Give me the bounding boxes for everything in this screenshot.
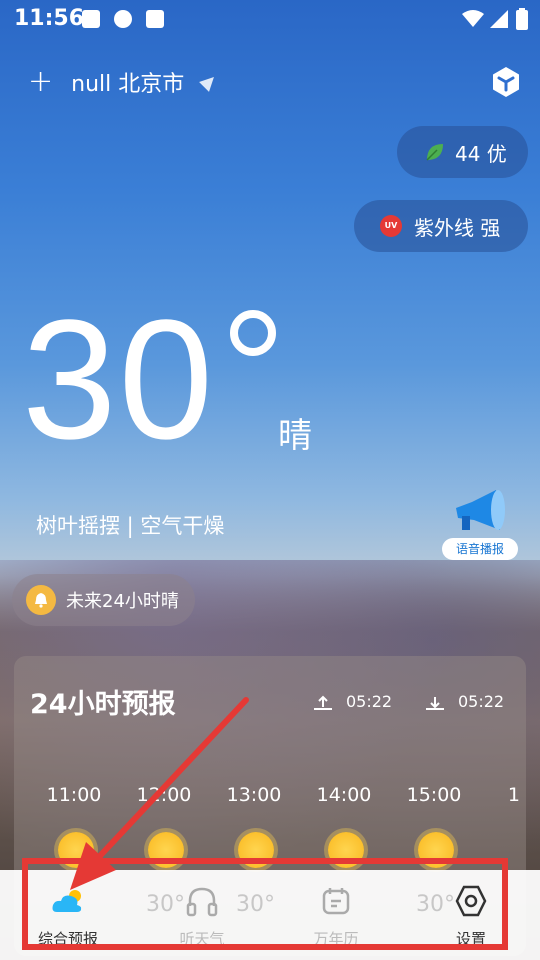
wifi-icon: [462, 10, 484, 27]
settings-icon: [455, 885, 487, 917]
status-bar: 11:56: [0, 0, 540, 40]
uv-pill[interactable]: UV 紫外线 强: [354, 200, 528, 252]
cloud-sun-icon: [52, 890, 82, 912]
air-quality-label: 44 优: [455, 141, 507, 166]
sunrise-info: 05:22: [312, 692, 392, 711]
signal-icon: [490, 10, 508, 28]
voice-broadcast-label: 语音播报: [442, 538, 518, 560]
location-bar: + null 北京市: [28, 66, 220, 98]
headphones-icon: [186, 887, 218, 917]
leaf-icon: [426, 144, 443, 161]
sun-icon: [418, 832, 454, 868]
sun-icon: [328, 832, 364, 868]
tab-calendar[interactable]: 万年历: [286, 884, 386, 949]
uv-badge-icon: UV: [380, 215, 402, 237]
sunrise-icon: [314, 695, 332, 710]
hour-row: 11:00 12:00 13:00 14:00 15:00 1: [14, 784, 526, 814]
sunset-icon: [426, 696, 444, 710]
hour-label: 15:00: [406, 784, 462, 806]
sun-icon: [238, 832, 274, 868]
tab-listen-weather-label: 听天气: [179, 930, 225, 948]
location-arrow-icon: [199, 72, 220, 92]
forecast-notice[interactable]: 未来24小时晴: [12, 574, 195, 626]
image-notification-icon: [82, 10, 100, 28]
degree-symbol: [230, 310, 276, 356]
bottom-tab-bar: 30° 30° 30° 综合预报 听天气 万年历 设置: [0, 870, 540, 960]
battery-icon: [516, 8, 528, 30]
sunset-time: 05:22: [458, 692, 505, 711]
hour-label: 11:00: [46, 784, 102, 806]
sun-icon: [148, 832, 184, 868]
sunrise-time: 05:22: [346, 692, 393, 711]
alert-notification-icon: [114, 10, 132, 28]
sun-icon: [58, 832, 94, 868]
tab-settings-label: 设置: [455, 930, 486, 948]
hour-label: 12:00: [136, 784, 192, 806]
tab-settings[interactable]: 设置: [421, 884, 521, 949]
calendar-icon: [322, 888, 350, 915]
hour-label: 1: [507, 784, 520, 806]
add-city-icon[interactable]: +: [28, 67, 53, 97]
font-notification-icon: [146, 10, 164, 28]
hour-label: 13:00: [226, 784, 282, 806]
voice-broadcast-button[interactable]: 语音播报: [442, 490, 520, 560]
cube-icon[interactable]: [490, 66, 522, 98]
weather-description: 树叶摇摆 | 空气干燥: [36, 514, 225, 538]
hourly-icon-row: [14, 832, 526, 872]
current-temperature: 30: [22, 285, 216, 475]
sunset-info: 05:22: [424, 692, 504, 711]
forecast-title: 24小时预报: [30, 689, 176, 720]
uv-label: 紫外线 强: [414, 215, 501, 240]
hour-label: 14:00: [316, 784, 372, 806]
tab-forecast-label: 综合预报: [37, 930, 98, 948]
tab-listen-weather[interactable]: 听天气: [152, 884, 252, 949]
megaphone-icon: [456, 490, 505, 530]
notice-text: 未来24小时晴: [66, 591, 179, 612]
tab-calendar-label: 万年历: [313, 930, 359, 948]
bell-icon: [26, 585, 56, 615]
weather-condition: 晴: [278, 416, 312, 456]
tab-forecast[interactable]: 综合预报: [18, 884, 118, 949]
air-quality-pill[interactable]: 44 优: [397, 126, 528, 178]
city-name[interactable]: null 北京市: [71, 66, 184, 98]
status-time: 11:56: [14, 6, 85, 31]
